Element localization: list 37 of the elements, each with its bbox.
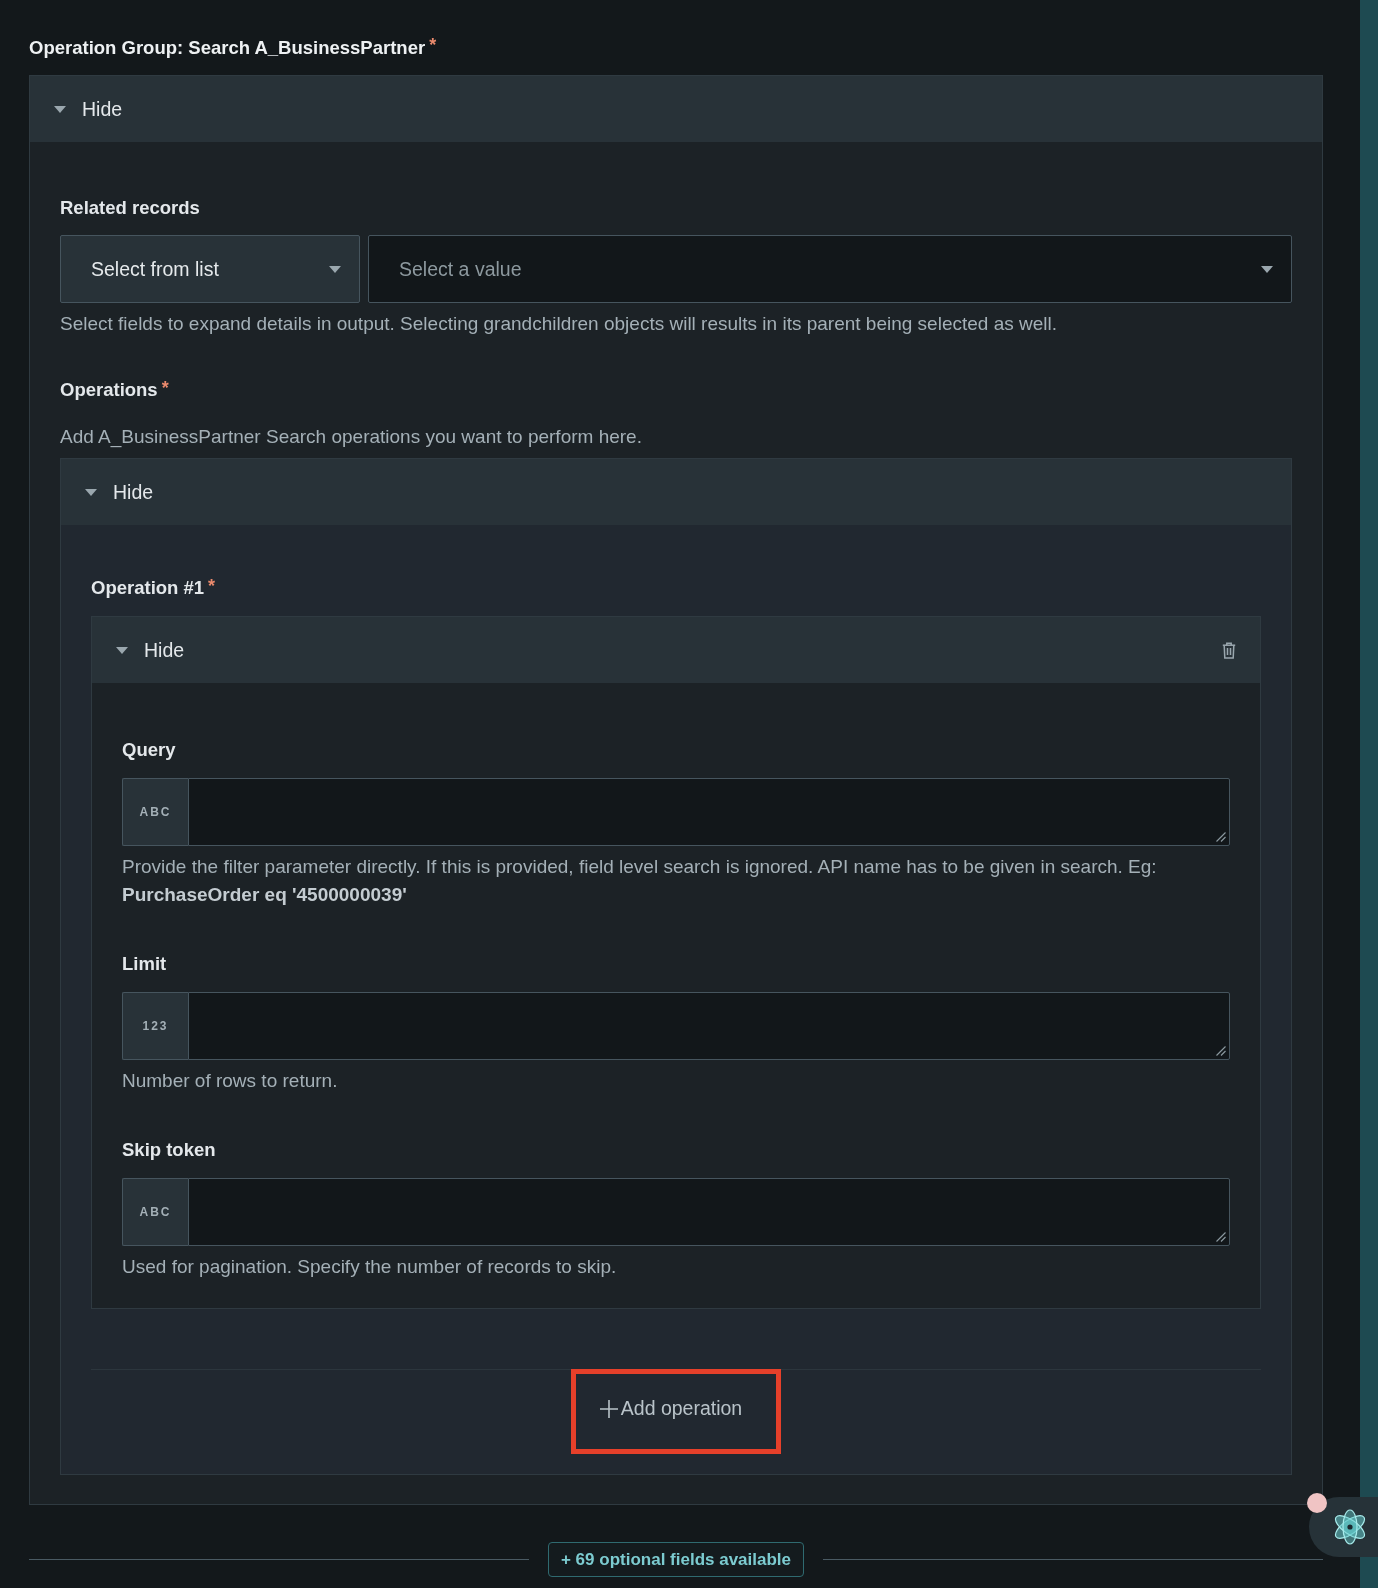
caret-icon — [1261, 265, 1273, 273]
field-label: Query — [122, 739, 176, 761]
group-title: Operation Group: Search A_BusinessPartner — [29, 36, 426, 60]
text-area-field[interactable] — [188, 1178, 1230, 1246]
assistant-button[interactable] — [1309, 1497, 1378, 1557]
input-type-label: ABC — [122, 778, 188, 846]
field-label: Related records — [60, 197, 200, 219]
help-text: Select fields to expand details in output. Selecting grandchildren objects will results in its parent being selected as well. — [60, 312, 1058, 336]
field-label: Operations — [60, 379, 158, 401]
operation-title: Operation #1 — [91, 577, 205, 599]
trash-icon[interactable] — [1222, 641, 1236, 659]
required-marker: * — [208, 577, 216, 595]
resize-handle-icon[interactable] — [1216, 1046, 1226, 1056]
hide-toggle[interactable]: Hide — [54, 97, 123, 121]
required-marker: * — [161, 379, 169, 397]
help-text: Used for pagination. Specify the number of records to skip. — [122, 1255, 618, 1279]
field-label: Skip token — [122, 1139, 216, 1161]
hide-toggle[interactable]: Hide — [116, 638, 185, 662]
plus-icon — [599, 1399, 618, 1418]
add-operation-button[interactable]: Add operation — [597, 1391, 745, 1426]
resize-handle-icon[interactable] — [1216, 1232, 1226, 1242]
text-area-field[interactable] — [188, 992, 1230, 1060]
input-type-label: 123 — [122, 992, 188, 1060]
optional-fields-button[interactable]: + 69 optional fields available — [547, 1542, 805, 1577]
description-text: Add A_BusinessPartner Search operations you want to perform here. — [60, 426, 643, 448]
required-marker: * — [429, 36, 437, 54]
resize-handle-icon[interactable] — [1216, 832, 1226, 842]
mode-dropdown[interactable]: Select from list — [60, 235, 360, 303]
help-text: Provide the filter parameter directly. If this is provided, field level search is ignored. API name has to be given in search. Eg: PurchaseOrder eq '4500000039' — [122, 855, 1158, 907]
help-text: Number of rows to return. — [122, 1069, 339, 1093]
text-area-field[interactable] — [188, 778, 1230, 846]
hide-toggle[interactable]: Hide — [85, 480, 154, 504]
atom-icon — [1332, 1509, 1368, 1545]
field-label: Limit — [122, 953, 167, 975]
caret-icon — [329, 265, 341, 273]
input-type-label: ABC — [122, 1178, 188, 1246]
value-dropdown[interactable]: Select a value — [368, 235, 1292, 303]
